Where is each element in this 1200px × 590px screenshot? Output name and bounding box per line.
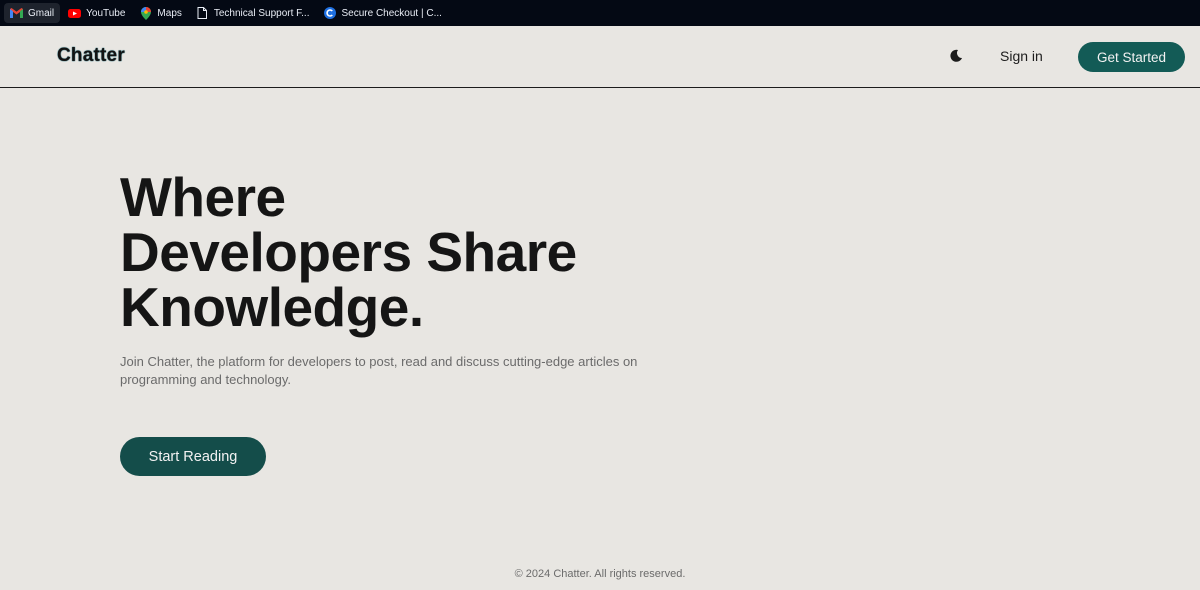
youtube-icon <box>68 8 82 19</box>
bookmark-label: Technical Support F... <box>213 7 310 19</box>
bookmark-maps[interactable]: Maps <box>133 3 187 23</box>
logo[interactable]: Chatter <box>57 45 125 67</box>
bookmark-youtube[interactable]: YouTube <box>62 3 131 23</box>
bookmark-label: Maps <box>157 7 182 19</box>
c-logo-icon <box>323 7 336 19</box>
hero-title-line: Knowledge. <box>120 276 424 338</box>
hero-subtitle: Join Chatter, the platform for developer… <box>120 354 638 387</box>
hero-title-line: Developers Share <box>120 221 577 283</box>
bookmark-label: Gmail <box>28 7 55 19</box>
bookmarks-bar: Gmail YouTube Maps Technical Support F..… <box>0 0 1200 26</box>
footer-copyright: © 2024 Chatter. All rights reserved. <box>514 568 686 580</box>
gmail-icon <box>10 8 23 19</box>
bookmark-label: Secure Checkout | C... <box>341 7 442 19</box>
start-reading-button[interactable]: Start Reading <box>120 437 266 476</box>
document-icon <box>196 7 209 19</box>
bookmark-gmail[interactable]: Gmail <box>4 3 61 23</box>
hero-title: Where Developers Share Knowledge. <box>120 170 680 335</box>
get-started-button[interactable]: Get Started <box>1078 42 1185 72</box>
bookmark-label: YouTube <box>86 7 126 19</box>
bookmark-technical-support[interactable]: Technical Support F... <box>190 3 316 23</box>
maps-icon <box>139 6 152 20</box>
site-header: Chatter Sign in Get Started <box>0 26 1200 88</box>
bookmark-secure-checkout[interactable]: Secure Checkout | C... <box>317 3 447 23</box>
hero-title-line: Where <box>120 166 286 228</box>
sign-in-link[interactable]: Sign in <box>1000 48 1043 64</box>
moon-icon[interactable] <box>948 48 964 64</box>
